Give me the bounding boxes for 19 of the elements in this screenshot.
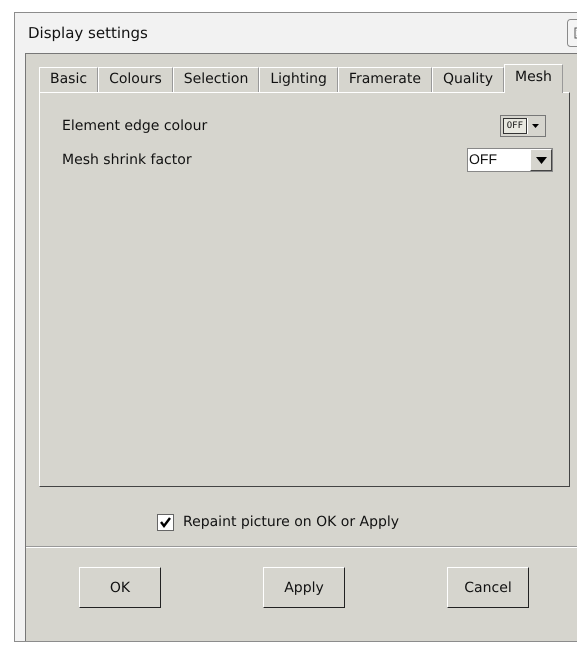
- tab[interactable]: Lighting: [259, 67, 338, 92]
- window-title: Display settings: [28, 24, 148, 42]
- colour-picker[interactable]: OFF: [500, 115, 546, 137]
- tab[interactable]: Colours: [98, 67, 173, 92]
- tab[interactable]: Basic: [39, 67, 98, 92]
- caret-icon: [532, 124, 539, 128]
- checkbox-label[interactable]: Repaint picture on OK or Apply: [183, 514, 400, 530]
- dialog-button[interactable]: Apply: [263, 567, 345, 608]
- checkbox[interactable]: [157, 514, 174, 530]
- tab[interactable]: Mesh: [504, 64, 563, 93]
- caret-icon: [536, 156, 546, 164]
- tab[interactable]: Quality: [432, 67, 504, 92]
- dialog-button[interactable]: Cancel: [447, 567, 529, 608]
- setting-label: Element edge colour: [62, 118, 208, 134]
- tab[interactable]: Framerate: [338, 67, 432, 92]
- setting-label: Mesh shrink factor: [62, 152, 192, 168]
- tab[interactable]: Selection: [172, 67, 260, 92]
- dialog-button[interactable]: OK: [79, 567, 161, 608]
- dropdown[interactable]: OFF: [467, 148, 553, 172]
